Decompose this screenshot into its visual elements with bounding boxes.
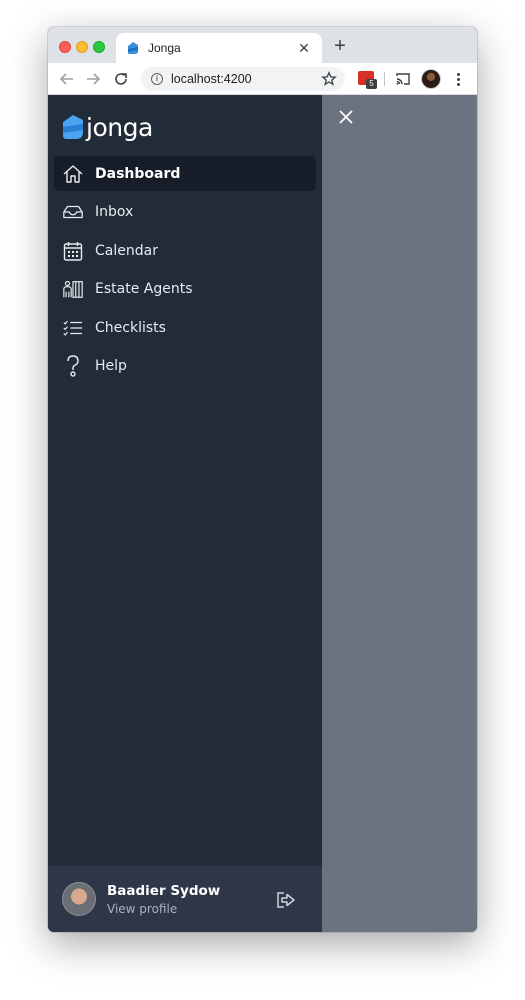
profile-name: Baadier Sydow xyxy=(107,882,221,899)
help-icon xyxy=(62,355,84,378)
cast-icon[interactable] xyxy=(393,69,413,89)
sidebar-item-help[interactable]: Help xyxy=(54,349,316,384)
browser-profile-avatar[interactable] xyxy=(421,69,441,89)
sidebar-nav: Dashboard Inbox Calendar Estate Agents C… xyxy=(54,156,316,388)
estate-agents-icon xyxy=(62,278,84,300)
view-profile-link[interactable]: View profile xyxy=(107,902,220,916)
toolbar-divider xyxy=(384,72,385,86)
profile-text: Baadier Sydow View profile xyxy=(107,883,220,916)
logout-icon[interactable] xyxy=(275,889,297,911)
home-icon xyxy=(62,163,84,185)
tab-strip: Jonga ✕ + xyxy=(48,27,477,63)
info-icon[interactable]: i xyxy=(151,73,163,85)
close-icon[interactable]: ✕ xyxy=(296,40,312,57)
sidebar-item-label: Help xyxy=(95,358,127,375)
avatar[interactable] xyxy=(62,882,96,916)
sidebar: jonga Dashboard Inbox Calendar Estate Ag… xyxy=(48,95,322,932)
sidebar-item-calendar[interactable]: Calendar xyxy=(54,233,316,268)
sidebar-item-label: Inbox xyxy=(95,204,134,221)
jonga-favicon-icon xyxy=(126,41,140,55)
plus-icon[interactable]: + xyxy=(330,36,350,56)
forward-arrow-icon[interactable] xyxy=(83,69,103,89)
profile-bar: Baadier Sydow View profile xyxy=(48,866,322,932)
sidebar-item-label: Checklists xyxy=(95,319,166,336)
sidebar-item-inbox[interactable]: Inbox xyxy=(54,195,316,230)
logo-text: jonga xyxy=(86,112,153,142)
sidebar-item-label: Dashboard xyxy=(95,165,181,182)
sidebar-item-label: Estate Agents xyxy=(95,281,193,298)
sidebar-item-checklists[interactable]: Checklists xyxy=(54,310,316,345)
jonga-logo[interactable]: jonga xyxy=(62,112,153,142)
inbox-icon xyxy=(62,201,84,223)
sidebar-item-label: Calendar xyxy=(95,242,158,259)
backdrop-overlay[interactable] xyxy=(322,95,477,932)
url-text: localhost:4200 xyxy=(171,72,252,86)
window-maximize-button[interactable] xyxy=(93,41,105,53)
calendar-icon xyxy=(62,240,84,262)
browser-window: Jonga ✕ + i localhost:4200 5 jonga Dashb… xyxy=(48,27,477,932)
back-arrow-icon[interactable] xyxy=(57,69,77,89)
window-minimize-button[interactable] xyxy=(76,41,88,53)
checklist-icon xyxy=(62,317,84,339)
browser-toolbar: i localhost:4200 5 xyxy=(48,63,477,95)
star-icon[interactable] xyxy=(321,71,337,87)
address-bar[interactable]: i localhost:4200 xyxy=(141,67,345,91)
browser-tab[interactable]: Jonga ✕ xyxy=(116,33,322,63)
window-close-button[interactable] xyxy=(59,41,71,53)
more-menu-icon[interactable] xyxy=(452,69,464,89)
sidebar-item-estate-agents[interactable]: Estate Agents xyxy=(54,272,316,307)
jonga-logo-icon xyxy=(63,115,83,139)
extension-badge: 5 xyxy=(366,79,377,89)
sidebar-item-dashboard[interactable]: Dashboard xyxy=(54,156,316,191)
reload-icon[interactable] xyxy=(111,69,131,89)
tab-title: Jonga xyxy=(148,41,181,55)
close-icon[interactable] xyxy=(338,109,354,125)
